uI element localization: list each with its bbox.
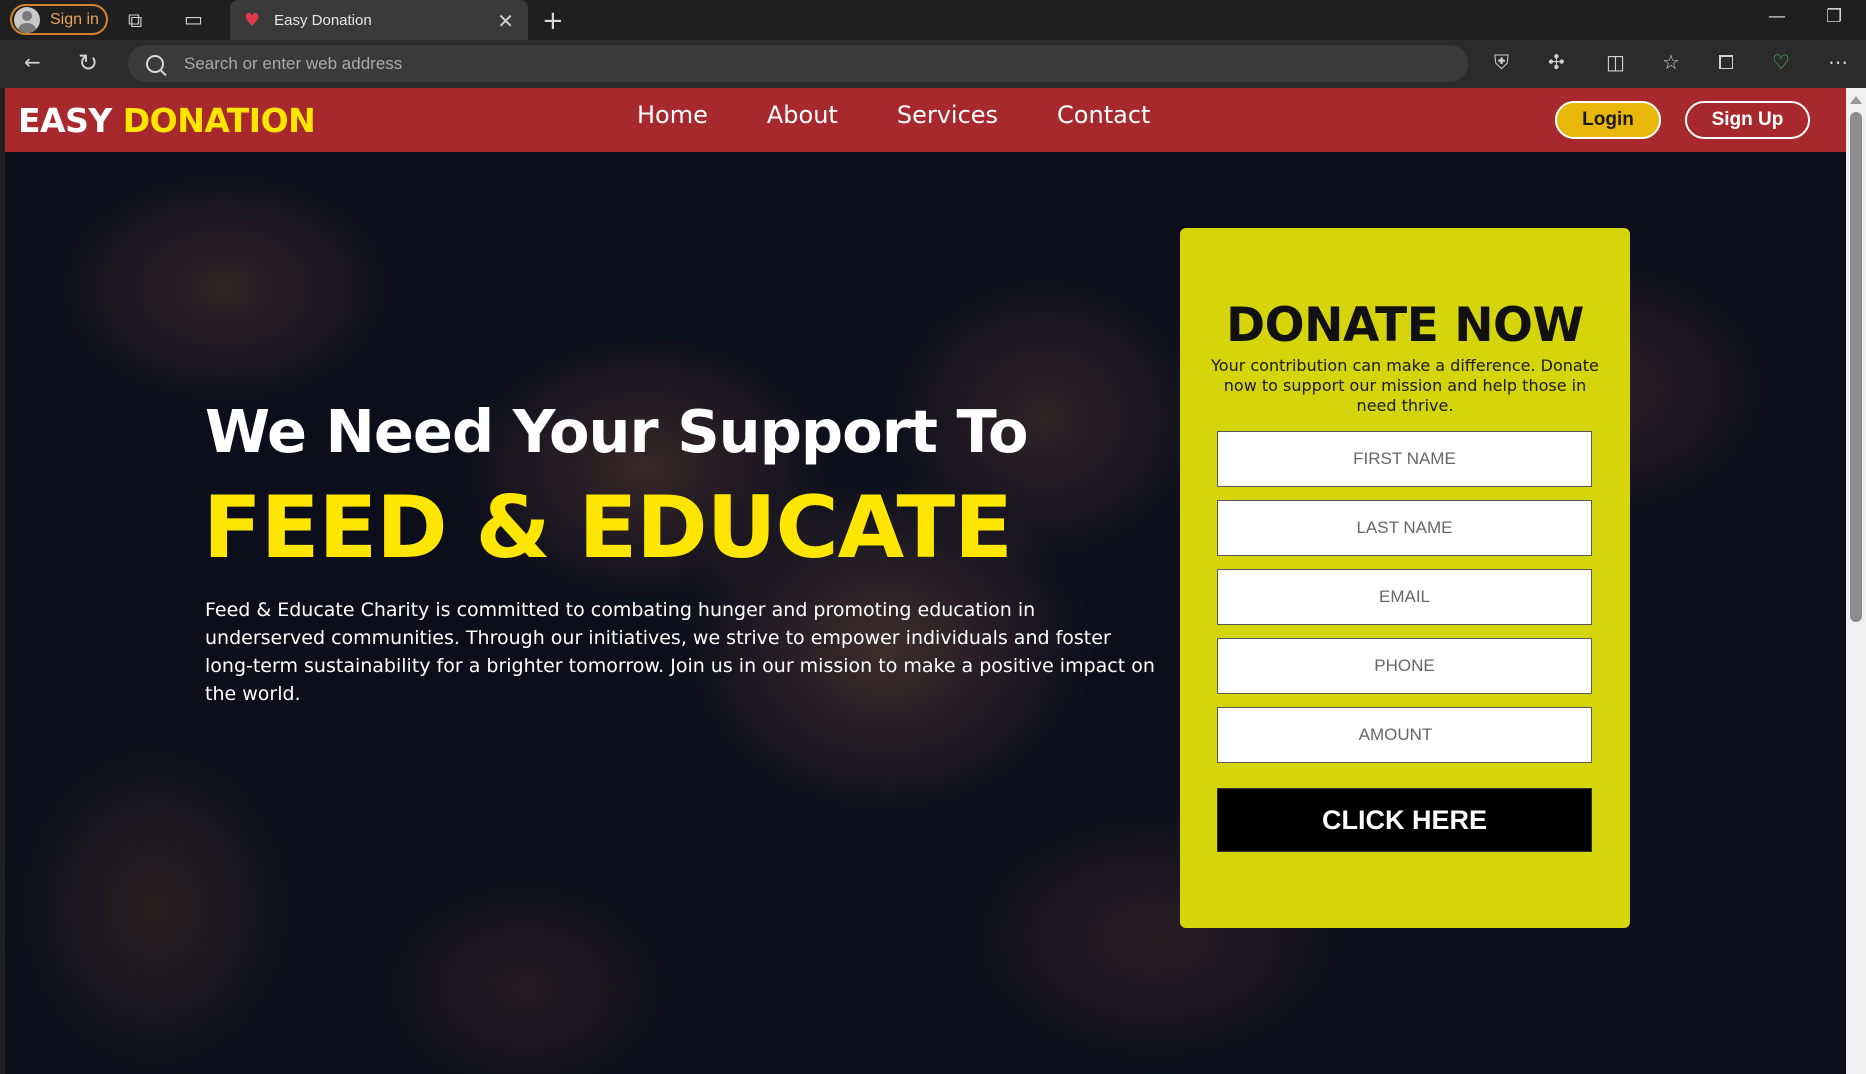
- browser-tab-bar: Sign in ⧉ ▭ ♥ Easy Donation ✕ + — ❐: [0, 0, 1866, 40]
- close-tab-icon[interactable]: ✕: [497, 9, 514, 33]
- signup-button[interactable]: Sign Up: [1685, 101, 1810, 139]
- donate-title: DONATE NOW: [1226, 298, 1584, 353]
- split-screen-icon[interactable]: ◫: [1606, 52, 1625, 72]
- email-field[interactable]: [1217, 569, 1592, 625]
- logo-part-easy: EASY: [18, 101, 112, 140]
- more-menu-icon[interactable]: ⋯: [1828, 52, 1848, 72]
- scroll-up-arrow-icon[interactable]: [1850, 96, 1862, 104]
- restore-icon[interactable]: ❐: [1826, 6, 1842, 27]
- page-viewport: EASY DONATION Home About Services Contac…: [5, 88, 1846, 1074]
- last-name-field[interactable]: [1217, 500, 1592, 556]
- extensions-icon[interactable]: ✣: [1548, 52, 1565, 72]
- address-input[interactable]: [184, 53, 1084, 74]
- browser-essentials-icon[interactable]: ♡: [1772, 52, 1790, 72]
- donate-subtitle: Your contribution can make a difference.…: [1211, 356, 1599, 415]
- nav-link-services[interactable]: Services: [897, 101, 998, 129]
- donate-submit-button[interactable]: CLICK HERE: [1217, 788, 1592, 852]
- amount-field[interactable]: [1217, 707, 1592, 763]
- browser-address-bar: ← ↻ ⛨ ✣ ◫ ☆ ⧠ ♡ ⋯: [0, 40, 1866, 88]
- sign-in-button[interactable]: Sign in: [10, 4, 108, 35]
- hero-highlight: FEED & EDUCATE: [203, 478, 1013, 578]
- login-button[interactable]: Login: [1555, 101, 1661, 139]
- tab-easy-donation[interactable]: ♥ Easy Donation ✕: [230, 0, 528, 40]
- main-nav: Home About Services Contact: [637, 101, 1209, 129]
- omnibox[interactable]: [128, 45, 1468, 82]
- profile-avatar-icon: [14, 6, 40, 33]
- nav-link-about[interactable]: About: [767, 101, 838, 129]
- donate-form-card: DONATE NOW Your contribution can make a …: [1180, 228, 1630, 928]
- collections-icon[interactable]: ⧠: [1718, 52, 1734, 72]
- new-tab-icon[interactable]: +: [542, 6, 564, 36]
- site-logo[interactable]: EASY DONATION: [18, 101, 316, 140]
- phone-field[interactable]: [1217, 638, 1592, 694]
- workspaces-icon[interactable]: ⧉: [128, 10, 142, 30]
- back-arrow-icon[interactable]: ←: [24, 52, 41, 72]
- tracking-prevention-icon[interactable]: ⛨: [1494, 52, 1509, 72]
- logo-part-donation: DONATION: [122, 101, 316, 140]
- hero-headline: We Need Your Support To: [205, 397, 1028, 466]
- site-navbar: EASY DONATION Home About Services Contac…: [5, 88, 1846, 152]
- first-name-field[interactable]: [1217, 431, 1592, 487]
- nav-link-contact[interactable]: Contact: [1057, 101, 1150, 129]
- favorites-icon[interactable]: ☆: [1662, 52, 1680, 72]
- sign-in-label: Sign in: [50, 10, 99, 28]
- heart-favicon-icon: ♥: [244, 9, 261, 31]
- refresh-icon[interactable]: ↻: [78, 51, 98, 75]
- minimize-icon[interactable]: —: [1768, 6, 1786, 27]
- tab-actions-icon[interactable]: ▭: [184, 9, 203, 29]
- nav-link-home[interactable]: Home: [637, 101, 708, 129]
- tab-title: Easy Donation: [274, 11, 372, 29]
- hero-description: Feed & Educate Charity is committed to c…: [205, 599, 1155, 705]
- scrollbar-thumb[interactable]: [1850, 112, 1862, 622]
- search-icon: [146, 54, 164, 73]
